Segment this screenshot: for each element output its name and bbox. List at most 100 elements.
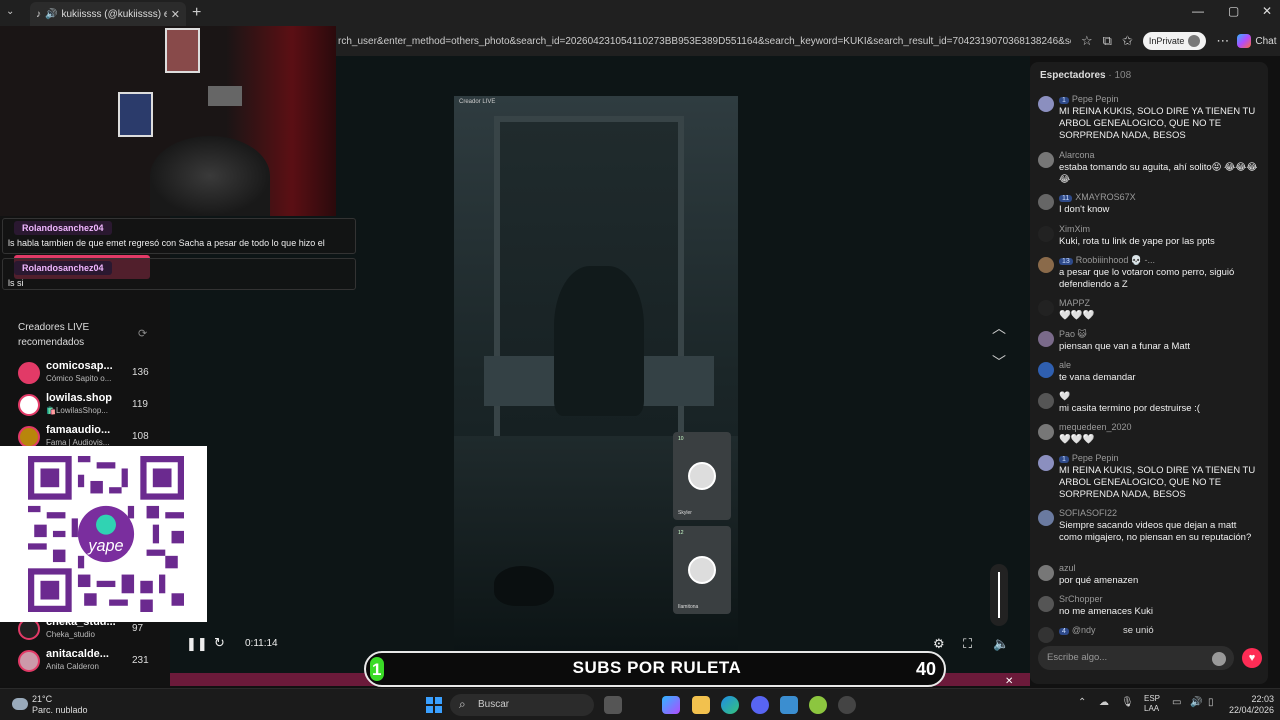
app-icon[interactable] — [780, 696, 798, 714]
minimize-icon[interactable]: — — [1192, 4, 1204, 18]
edge-browser-icon[interactable] — [721, 696, 739, 714]
chat-avatar[interactable] — [1038, 300, 1054, 316]
chat-input[interactable]: Escribe algo... — [1038, 646, 1234, 670]
guest-tile[interactable]: 10 Skyler — [673, 432, 731, 520]
copilot-icon[interactable] — [662, 696, 680, 714]
overlay-chat-message: Rolandosanchez04 ls habla tambien de que… — [2, 218, 356, 254]
chat-username[interactable]: 13 Roobiiinhood 💀 -... — [1059, 255, 1155, 266]
extensions-icon[interactable]: ⧉ — [1103, 33, 1112, 49]
windows-taskbar: 21°C Parc. nublado ⌕ Buscar ⌃ ☁ 🎙 ESP LA… — [0, 688, 1280, 720]
speaker-icon[interactable]: 🔊 — [45, 9, 57, 20]
tab-actions-chevron-icon[interactable]: ⌄ — [6, 6, 14, 17]
chat-avatar[interactable] — [1038, 194, 1054, 210]
creator-name: lowilas.shop — [46, 392, 113, 404]
battery-icon[interactable]: ▯ — [1208, 697, 1214, 708]
chat-username[interactable]: azul — [1059, 563, 1076, 573]
windows-start-icon[interactable] — [426, 697, 442, 713]
copilot-chat-button[interactable]: Chat — [1237, 34, 1277, 48]
heart-like-button[interactable]: ♥ — [1242, 648, 1262, 668]
discord-icon[interactable] — [751, 696, 769, 714]
refresh-icon[interactable]: ⟳ — [138, 327, 147, 340]
chat-avatar[interactable] — [1038, 424, 1054, 440]
chat-avatar[interactable] — [1038, 510, 1054, 526]
emoji-icon[interactable] — [1212, 652, 1226, 666]
volume-slider[interactable] — [990, 564, 1008, 626]
chat-avatar[interactable] — [1038, 393, 1054, 409]
close-window-icon[interactable]: ✕ — [1262, 4, 1272, 18]
previous-live-chevron-up-icon[interactable]: ︿ — [992, 318, 1006, 338]
browser-tab[interactable]: ♪ 🔊 kukiissss (@kukiissss) está LIV ✕ — [30, 2, 186, 26]
inprivate-label: InPrivate — [1148, 36, 1185, 46]
lang-code: ESP — [1144, 694, 1161, 703]
settings-gear-icon[interactable]: ⚙ — [933, 636, 945, 652]
creator-item[interactable]: lowilas.shop 🛍️LowilasShop... 119 — [18, 392, 158, 420]
app-icon[interactable] — [809, 696, 827, 714]
next-live-chevron-down-icon[interactable]: ﹀ — [992, 352, 1006, 372]
guest-name: Ilamitona — [678, 604, 699, 610]
tab-close-icon[interactable]: ✕ — [171, 8, 180, 21]
chat-username[interactable]: SrChopper — [1059, 594, 1103, 604]
chat-username[interactable]: 1 Pepe Pepin — [1059, 94, 1118, 104]
chat-avatar[interactable] — [1038, 152, 1054, 168]
onedrive-icon[interactable]: ☁ — [1099, 697, 1109, 708]
chat-username[interactable]: Alarcona — [1059, 150, 1095, 160]
creator-viewer-count: 108 — [132, 431, 149, 442]
microphone-icon[interactable]: 🎙 — [1121, 697, 1134, 708]
volume-icon[interactable]: 🔊 — [1190, 697, 1202, 708]
refresh-icon[interactable]: ↻ — [214, 635, 225, 651]
chat-username[interactable]: mequedeen_2020 — [1059, 422, 1132, 432]
chat-text: a pesar que lo votaron como perro, sigui… — [1059, 267, 1235, 290]
chat-avatar[interactable] — [1038, 596, 1054, 612]
creator-item[interactable]: comicosap... Cómico Sapito o... 136 — [18, 360, 158, 388]
system-clock[interactable]: 22:03 22/04/2026 — [1226, 694, 1274, 716]
streamer-camera — [0, 26, 336, 216]
favorites-icon[interactable]: ✩ — [1122, 33, 1133, 49]
chat-avatar[interactable] — [1038, 257, 1054, 273]
guest-name: Skyler — [678, 510, 692, 516]
copilot-icon — [1237, 34, 1252, 48]
obs-icon[interactable] — [838, 696, 856, 714]
new-tab-button[interactable]: + — [192, 4, 201, 22]
chat-username[interactable]: SOFIASOFI22 — [1059, 508, 1117, 518]
maximize-icon[interactable]: ▢ — [1228, 4, 1239, 18]
chat-avatar[interactable] — [1038, 226, 1054, 242]
username-text: Alarcona — [1059, 150, 1095, 160]
inprivate-badge[interactable]: InPrivate — [1142, 32, 1207, 50]
chat-username[interactable]: 4 @ndy — [1059, 625, 1096, 635]
speaker-icon[interactable]: 🔈 — [993, 636, 1009, 652]
input-language[interactable]: ESP LAA — [1144, 694, 1160, 714]
more-options-icon[interactable]: ⋯ — [1216, 33, 1229, 49]
elapsed-time: 0:11:14 — [245, 638, 278, 649]
guest-tile[interactable]: 12 Ilamitona — [673, 526, 731, 614]
overlay-close-icon[interactable]: ✕ — [1005, 676, 1013, 687]
chat-avatar[interactable] — [1038, 362, 1054, 378]
chat-username[interactable]: XimXim — [1059, 224, 1090, 234]
task-view-icon[interactable] — [604, 696, 622, 714]
file-explorer-icon[interactable] — [692, 696, 710, 714]
chat-avatar[interactable] — [1038, 455, 1054, 471]
chat-username[interactable]: 1 Pepe Pepin — [1059, 453, 1118, 463]
video-crow — [494, 566, 554, 606]
creator-item[interactable]: anitacalde... Anita Calderon 231 — [18, 648, 158, 676]
favorite-star-icon[interactable]: ☆ — [1081, 33, 1093, 49]
wall-poster — [208, 86, 242, 106]
taskbar-search[interactable]: ⌕ Buscar — [450, 694, 594, 716]
chat-text: no me amenaces Kuki — [1059, 606, 1153, 617]
pause-icon[interactable]: ❚❚ — [186, 636, 208, 652]
tab-title: kukiissss (@kukiissss) está LIV — [61, 8, 167, 20]
fullscreen-icon[interactable]: ⛶ — [963, 636, 972, 652]
creator-avatar — [18, 426, 40, 448]
tray-chevron-up-icon[interactable]: ⌃ — [1078, 697, 1086, 708]
chat-avatar[interactable] — [1038, 96, 1054, 112]
url-field[interactable]: rch_user&enter_method=others_photo&searc… — [336, 36, 1071, 47]
chat-avatar[interactable] — [1038, 565, 1054, 581]
chat-username[interactable]: Pao 😺 — [1059, 329, 1087, 340]
chat-avatar[interactable] — [1038, 627, 1054, 643]
chat-username[interactable]: 🤍 — [1059, 391, 1070, 402]
chat-username[interactable]: 11 XMAYROS67X — [1059, 192, 1136, 202]
lang-layout: LAA — [1144, 704, 1160, 713]
chat-username[interactable]: ale — [1059, 360, 1071, 370]
chat-avatar[interactable] — [1038, 331, 1054, 347]
network-icon[interactable]: ▭ — [1172, 697, 1181, 708]
chat-username[interactable]: MAPPZ — [1059, 298, 1090, 308]
